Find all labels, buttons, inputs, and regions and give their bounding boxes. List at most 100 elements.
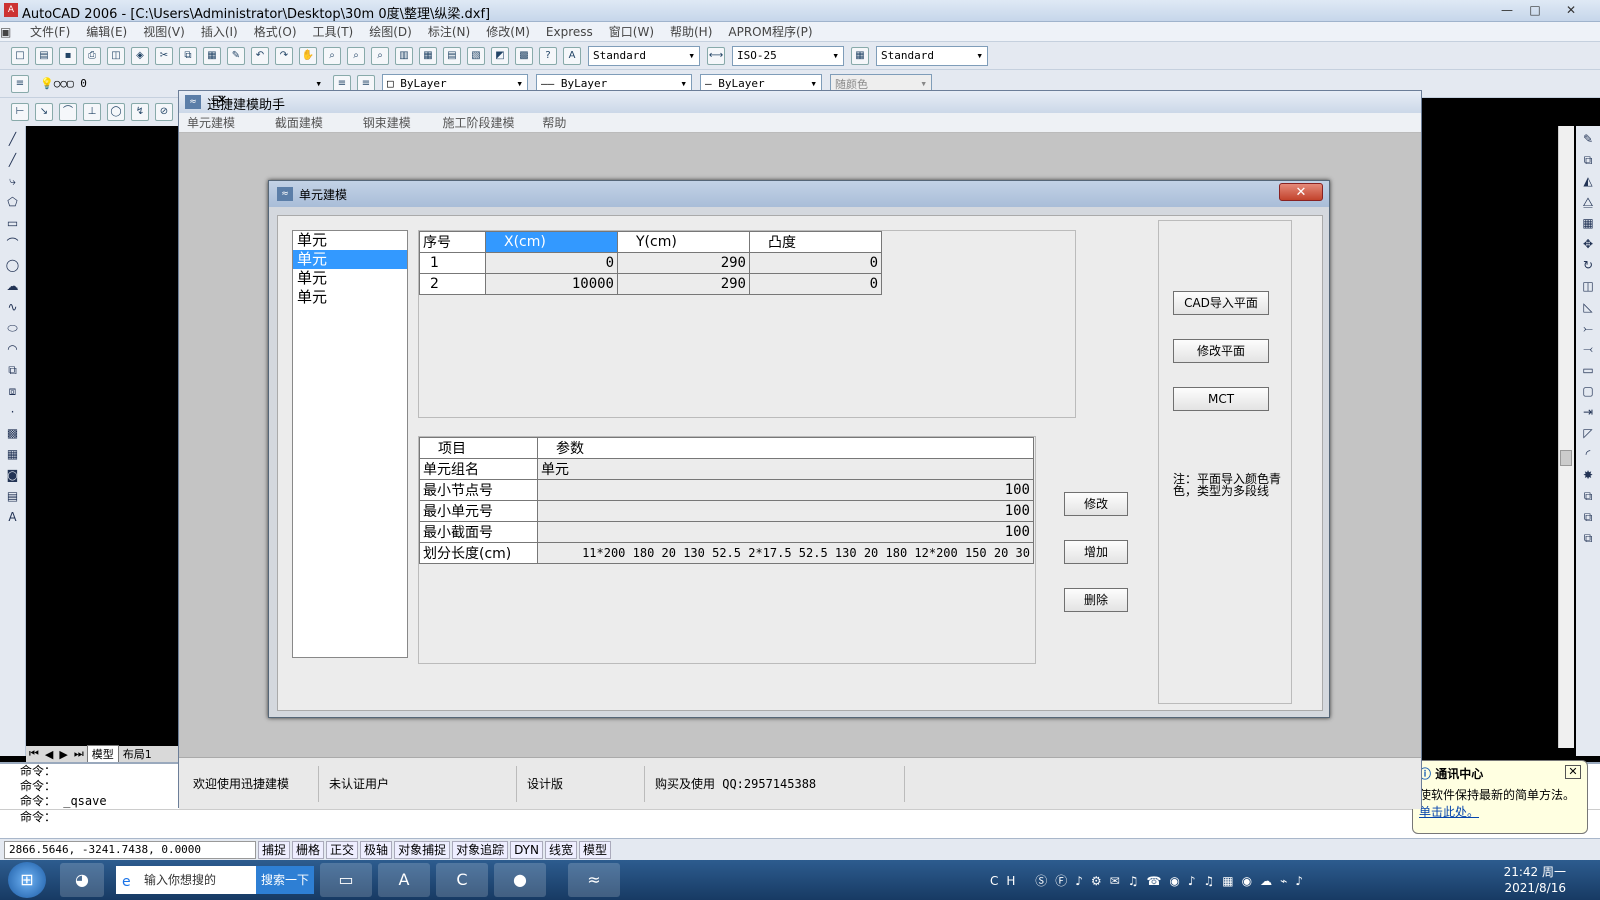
text-style-select[interactable]: Standard ▾ <box>588 45 700 66</box>
notification-link[interactable]: 单击此处。 <box>1419 803 1581 820</box>
search-input[interactable]: 输入你想搜的 <box>116 866 256 894</box>
tab-nav-last-icon[interactable]: ⏭ <box>71 747 87 761</box>
markup-icon[interactable]: ◩ <box>491 46 509 65</box>
revision-cloud-icon[interactable]: ☁ <box>5 278 21 294</box>
osnap-toggle[interactable]: 对象捕捉 <box>394 840 451 859</box>
header-item[interactable]: 项目 <box>419 437 538 459</box>
draw-order-icon[interactable]: ⧉ <box>1580 488 1596 504</box>
circle-icon[interactable]: ◯ <box>5 257 21 273</box>
arc-length-icon[interactable]: ⌒ <box>59 103 77 121</box>
mirror-icon[interactable]: ◭ <box>1580 173 1596 189</box>
param-value[interactable]: 100 <box>537 500 1034 522</box>
gradient-icon[interactable]: ▦ <box>5 446 21 462</box>
cell-index[interactable]: 1 <box>419 252 486 274</box>
break-at-point-icon[interactable]: ▢ <box>1580 383 1596 399</box>
print-icon[interactable]: ⎙ <box>83 46 101 65</box>
maximize-button[interactable]: □ <box>1524 2 1546 18</box>
menu-section-modeling[interactable]: 截面建模 <box>267 113 331 133</box>
line-icon[interactable]: ╱ <box>5 131 21 147</box>
ortho-toggle[interactable]: 正交 <box>326 840 359 859</box>
modify-plane-button[interactable]: 修改平面 <box>1173 339 1269 363</box>
grid-toggle[interactable]: 栅格 <box>292 840 325 859</box>
list-item[interactable]: 单元 <box>293 231 407 250</box>
open-file-icon[interactable]: ▤ <box>35 46 53 65</box>
tab-nav-prev-icon[interactable]: ◀ <box>42 748 56 761</box>
param-value[interactable]: 11*200 180 20 130 52.5 2*17.5 52.5 130 2… <box>537 542 1034 564</box>
region-icon[interactable]: ◙ <box>5 467 21 483</box>
list-item[interactable]: 单元 <box>293 288 407 307</box>
notification-close-button[interactable]: ✕ <box>1565 765 1581 779</box>
param-value[interactable]: 100 <box>537 479 1034 501</box>
layer-manager-icon[interactable]: ≡ <box>11 74 29 93</box>
file-explorer-icon[interactable]: ▭ <box>320 863 372 897</box>
menu-item[interactable]: 视图(V) <box>135 22 193 42</box>
stretch-icon[interactable]: ◺ <box>1580 299 1596 315</box>
param-value[interactable]: 单元 <box>537 458 1034 480</box>
trim-icon[interactable]: ⤚ <box>1580 320 1596 336</box>
menu-stage-modeling[interactable]: 施工阶段建模 <box>435 113 523 133</box>
bring-front-icon[interactable]: ⧉ <box>1580 509 1596 525</box>
dyn-toggle[interactable]: DYN <box>510 840 543 859</box>
cut-icon[interactable]: ✂ <box>155 46 173 65</box>
unit-group-list[interactable]: 单元 单元 单元 单元 <box>292 230 408 658</box>
zoom-realtime-icon[interactable]: ⌕ <box>323 46 341 65</box>
plugin-close-button[interactable]: ✕ <box>207 93 237 109</box>
menu-item[interactable]: 格式(O) <box>246 22 305 42</box>
snap-toggle[interactable]: 捕捉 <box>258 840 291 859</box>
polygon-icon[interactable]: ⬠ <box>5 194 21 210</box>
menu-help[interactable]: 帮助 <box>534 113 574 133</box>
ellipse-arc-icon[interactable]: ◠ <box>5 341 21 357</box>
array-icon[interactable]: ▦ <box>1580 215 1596 231</box>
cell-index[interactable]: 2 <box>419 273 486 295</box>
menu-item[interactable]: 帮助(H) <box>662 22 720 42</box>
vertical-scrollbar[interactable] <box>1558 126 1574 748</box>
menu-item[interactable]: Express <box>538 22 601 42</box>
menu-item[interactable]: 窗口(W) <box>601 22 662 42</box>
ordinate-dim-icon[interactable]: ⊥ <box>83 103 101 121</box>
fillet-icon[interactable]: ◜ <box>1580 446 1596 462</box>
tool-palette-icon[interactable]: ▤ <box>443 46 461 65</box>
cell-bulge[interactable]: 0 <box>749 273 882 295</box>
new-file-icon[interactable]: □ <box>11 46 29 65</box>
table-style-select[interactable]: Standard ▾ <box>876 45 988 66</box>
match-properties-icon[interactable]: ✎ <box>227 46 245 65</box>
cell-y[interactable]: 290 <box>617 252 750 274</box>
send-back-icon[interactable]: ⧉ <box>1580 530 1596 546</box>
radius-dim-icon[interactable]: ◯ <box>107 103 125 121</box>
linear-dim-icon[interactable]: ⊢ <box>11 103 29 121</box>
preview-icon[interactable]: ◫ <box>107 46 125 65</box>
header-bulge[interactable]: 凸度 <box>749 231 882 253</box>
cell-bulge[interactable]: 0 <box>749 252 882 274</box>
copy-object-icon[interactable]: ⧉ <box>1580 152 1596 168</box>
design-center-icon[interactable]: ▦ <box>419 46 437 65</box>
hatch-icon[interactable]: ▩ <box>5 425 21 441</box>
insert-block-icon[interactable]: ⧉ <box>5 362 21 378</box>
tab-layout1[interactable]: 布局1 <box>119 746 156 762</box>
command-input[interactable]: 命令： <box>0 809 1600 824</box>
menu-item[interactable]: 修改(M) <box>478 22 538 42</box>
publish-icon[interactable]: ◈ <box>131 46 149 65</box>
construction-line-icon[interactable]: ╱ <box>5 152 21 168</box>
app-menu-icon[interactable]: ▣ <box>0 22 22 42</box>
otrack-toggle[interactable]: 对象追踪 <box>452 840 509 859</box>
properties-icon[interactable]: ▥ <box>395 46 413 65</box>
dialog-close-button[interactable]: ✕ <box>1279 183 1323 201</box>
cell-x[interactable]: 0 <box>485 252 618 274</box>
cell-y[interactable]: 290 <box>617 273 750 295</box>
ime-indicator[interactable]: CH <box>990 874 1023 888</box>
chamfer-icon[interactable]: ◸ <box>1580 425 1596 441</box>
rotate-icon[interactable]: ↻ <box>1580 257 1596 273</box>
menu-item[interactable]: APROM程序(P) <box>720 22 820 42</box>
search-button[interactable]: 搜索一下 <box>256 866 314 894</box>
menu-item[interactable]: 编辑(E) <box>78 22 135 42</box>
lineweight-toggle[interactable]: 线宽 <box>544 840 577 859</box>
erase-icon[interactable]: ✎ <box>1580 131 1596 147</box>
recorder-task-icon[interactable]: ● <box>494 863 546 897</box>
clock[interactable]: 21:42 周一 2021/8/16 <box>1504 864 1566 896</box>
point-icon[interactable]: · <box>5 404 21 420</box>
diameter-dim-icon[interactable]: ⊘ <box>155 103 173 121</box>
header-param[interactable]: 参数 <box>537 437 1034 459</box>
list-item-selected[interactable]: 单元 <box>293 250 407 269</box>
redo-icon[interactable]: ↷ <box>275 46 293 65</box>
rectangle-icon[interactable]: ▭ <box>5 215 21 231</box>
